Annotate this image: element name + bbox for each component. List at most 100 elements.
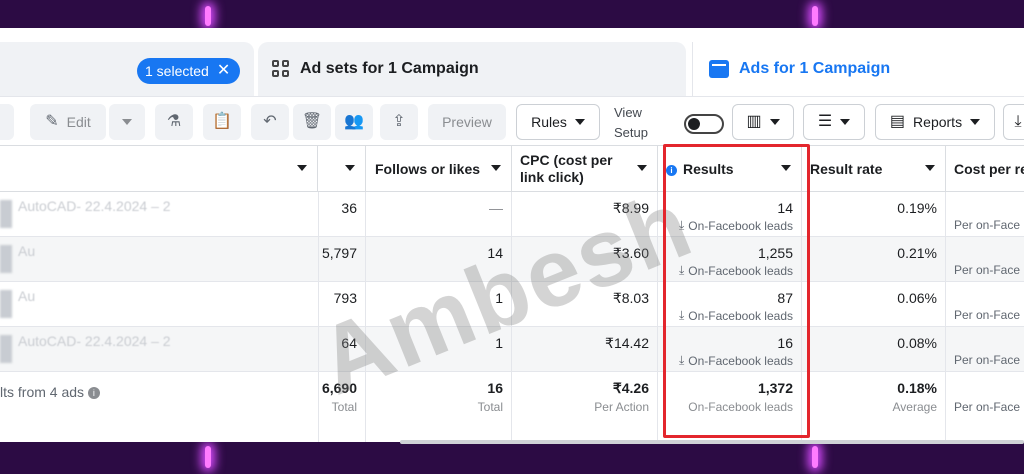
cell-sub-label: On-Facebook leads — [688, 308, 793, 323]
close-icon[interactable]: ✕ — [217, 63, 230, 79]
cell-sub-label: On-Facebook leads — [688, 353, 793, 368]
cell-value: ₹14.42 — [605, 335, 649, 351]
ad-thumbnail — [0, 200, 12, 228]
cell-results: 14 ⤓ On-Facebook leads — [658, 192, 802, 237]
column-header-name[interactable] — [0, 146, 318, 192]
cell-sub-label: Per on-Face — [954, 353, 1021, 367]
cell-cpc: ₹4.26 Per Action — [512, 372, 658, 442]
toolbar: ✎ Edit ⚗ 📋 ↶ 🗑 👥 ⇪ Preview Rules View Se… — [0, 96, 1024, 146]
test-button[interactable]: ⚗ — [155, 104, 193, 140]
level-tabs: 1 selected ✕ Ad sets for 1 Campaign Ads … — [0, 42, 1024, 96]
cell-sub: ⤓ On-Facebook leads — [679, 308, 793, 323]
column-header-cost-per[interactable]: Cost per re — [946, 146, 1024, 192]
cell-follows: 14 — [366, 237, 512, 282]
delete-button[interactable]: 🗑 — [293, 104, 331, 140]
tab-ad-sets[interactable]: Ad sets for 1 Campaign — [258, 42, 686, 96]
export-icon: ⇪ — [392, 113, 406, 130]
cell-cost-per: Per on-Face — [946, 327, 1024, 372]
ad-name[interactable]: Au — [18, 288, 35, 304]
chevron-down-icon[interactable] — [491, 165, 501, 171]
selected-pill[interactable]: 1 selected ✕ — [137, 58, 241, 84]
cell-sub-label: Total — [477, 400, 503, 414]
audience-button[interactable]: 👥 — [335, 104, 373, 140]
neon-light — [205, 446, 211, 468]
column-header-results[interactable]: i Results — [658, 146, 802, 192]
rules-button[interactable]: Rules — [516, 104, 600, 140]
reports-icon: ▤ — [889, 113, 906, 130]
horizontal-scrollbar[interactable] — [400, 440, 1024, 444]
ad-name[interactable]: AutoCAD- 22.4.2024 – 2 — [18, 198, 171, 214]
cell-sub-label: Per Action — [594, 400, 649, 414]
cell-value: 87 — [777, 290, 793, 306]
download-icon: ⤓ — [678, 263, 685, 277]
cell-value: 1 — [495, 335, 503, 351]
cell-metric: 5,797 — [318, 237, 366, 282]
undo-button[interactable]: ↶ — [251, 104, 289, 140]
export-button[interactable]: ⇪ — [380, 104, 418, 140]
cell-sub-label: Per on-Face — [954, 263, 1021, 277]
ad-name[interactable]: AutoCAD- 22.4.2024 – 2 — [18, 333, 171, 349]
cell-value: 793 — [333, 290, 357, 306]
toolbar-left-button[interactable] — [0, 104, 14, 140]
duplicate-button[interactable]: 📋 — [203, 104, 241, 140]
cell-sub: ⤓ On-Facebook leads — [679, 263, 793, 278]
cell-value: 16 — [777, 335, 793, 351]
reports-button[interactable]: ▤ Reports — [875, 104, 995, 140]
chevron-down-icon[interactable] — [637, 165, 647, 171]
ad-name[interactable]: Au — [18, 243, 35, 259]
chevron-down-icon — [122, 119, 132, 125]
edit-dropdown-button[interactable] — [109, 104, 145, 140]
tab-campaigns[interactable]: 1 selected ✕ — [0, 42, 254, 96]
cell-value: 1,255 — [757, 245, 793, 261]
neon-light — [812, 6, 818, 26]
cell-sub-label: On-Facebook leads — [688, 400, 793, 414]
ads-icon — [709, 60, 729, 78]
cell-value: 0.21% — [897, 245, 937, 261]
table-row[interactable]: AutoCAD- 22.4.2024 – 2 36 — ₹8.99 14 ⤓ On… — [0, 192, 1024, 237]
chevron-down-icon[interactable] — [345, 165, 355, 171]
cell-value: ₹4.26 — [612, 380, 649, 396]
breakdown-icon: ☰ — [817, 113, 833, 130]
cell-follows: 1 — [366, 327, 512, 372]
columns-button[interactable]: ▥ — [732, 104, 794, 140]
cell-results: 16 ⤓ On-Facebook leads — [658, 327, 802, 372]
chevron-down-icon[interactable] — [925, 165, 935, 171]
cell-sub-label: Per on-Face — [954, 400, 1021, 414]
column-header-follows[interactable]: Follows or likes — [366, 146, 512, 192]
info-icon: i — [666, 165, 677, 176]
table-row[interactable]: Au 793 1 ₹8.03 87 ⤓ On-Facebook leads 0.0… — [0, 282, 1024, 327]
tab-ads-label: Ads for 1 Campaign — [739, 60, 891, 77]
download-icon: ⤓ — [1014, 113, 1022, 130]
column-header-result-rate[interactable]: Result rate — [802, 146, 946, 192]
breakdown-button[interactable]: ☰ — [803, 104, 865, 140]
ad-thumbnail — [0, 245, 12, 273]
cell-value: 1 — [495, 290, 503, 306]
column-header-cost-per-label: Cost per re — [954, 161, 1024, 177]
table-row[interactable]: Au 5,797 14 ₹3.60 1,255 ⤓ On-Facebook lea… — [0, 237, 1024, 282]
view-setup-toggle[interactable] — [684, 114, 724, 134]
cell-metric: 793 — [318, 282, 366, 327]
column-header-cpc[interactable]: CPC (cost per link click) — [512, 146, 658, 192]
info-icon[interactable]: i — [87, 387, 100, 400]
cell-value: 16 — [487, 380, 503, 396]
column-header-metric[interactable] — [318, 146, 366, 192]
cell-results: 87 ⤓ On-Facebook leads — [658, 282, 802, 327]
chevron-down-icon[interactable] — [781, 165, 791, 171]
chevron-down-icon — [840, 119, 851, 125]
chevron-down-icon[interactable] — [297, 165, 307, 171]
cell-cpc: ₹3.60 — [512, 237, 658, 282]
cell-value: 0.19% — [897, 200, 937, 216]
edit-button[interactable]: ✎ Edit — [30, 104, 106, 140]
tab-ad-sets-label: Ad sets for 1 Campaign — [300, 60, 479, 77]
download-button[interactable]: ⤓ — [1003, 104, 1024, 140]
view-setup-line2: Setup — [614, 125, 648, 140]
download-icon: ⤓ — [678, 308, 685, 322]
preview-label: Preview — [442, 114, 492, 130]
preview-button[interactable]: Preview — [428, 104, 506, 140]
undo-icon: ↶ — [263, 113, 277, 130]
tab-ads[interactable]: Ads for 1 Campaign — [692, 42, 1024, 96]
cell-cpc: ₹8.03 — [512, 282, 658, 327]
table-row[interactable]: AutoCAD- 22.4.2024 – 2 64 1 ₹14.42 16 ⤓ O… — [0, 327, 1024, 372]
cell-result-rate: 0.08% — [802, 327, 946, 372]
cell-value: 64 — [341, 335, 357, 351]
